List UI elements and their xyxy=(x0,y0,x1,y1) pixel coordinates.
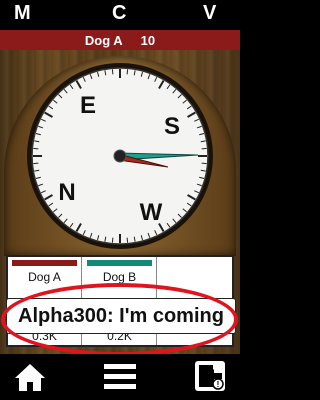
top-bar: M C V xyxy=(0,0,240,30)
compass-letter-east: E xyxy=(80,92,96,119)
compass-letter-south: S xyxy=(164,113,180,140)
bottom-nav-bar: ! xyxy=(0,354,240,400)
needle-hub xyxy=(113,149,127,163)
dog-b-name: Dog B xyxy=(102,270,137,284)
exit-icon[interactable]: ! xyxy=(194,360,226,397)
svg-text:!: ! xyxy=(217,380,220,389)
dog-status-bar[interactable]: Dog A 10 xyxy=(0,30,240,50)
dog-a-name: Dog A xyxy=(28,270,61,284)
dog-value: 10 xyxy=(140,32,156,48)
top-bar-center-label[interactable]: C xyxy=(112,2,126,25)
message-toast[interactable]: Alpha300: I'm coming xyxy=(6,298,236,334)
compass-letter-north: N xyxy=(58,179,75,206)
menu-icon[interactable] xyxy=(104,364,136,395)
compass-letter-west: W xyxy=(140,199,163,226)
top-bar-right-label[interactable]: V xyxy=(203,2,216,25)
home-icon[interactable] xyxy=(14,362,46,397)
top-bar-left-label[interactable]: M xyxy=(14,2,31,25)
dog-b-color-stripe xyxy=(87,260,152,266)
dog-name: Dog A xyxy=(84,32,123,48)
compass: E S N W xyxy=(27,63,213,249)
toast-message: Alpha300: I'm coming xyxy=(18,304,224,327)
dog-a-color-stripe xyxy=(12,260,77,266)
